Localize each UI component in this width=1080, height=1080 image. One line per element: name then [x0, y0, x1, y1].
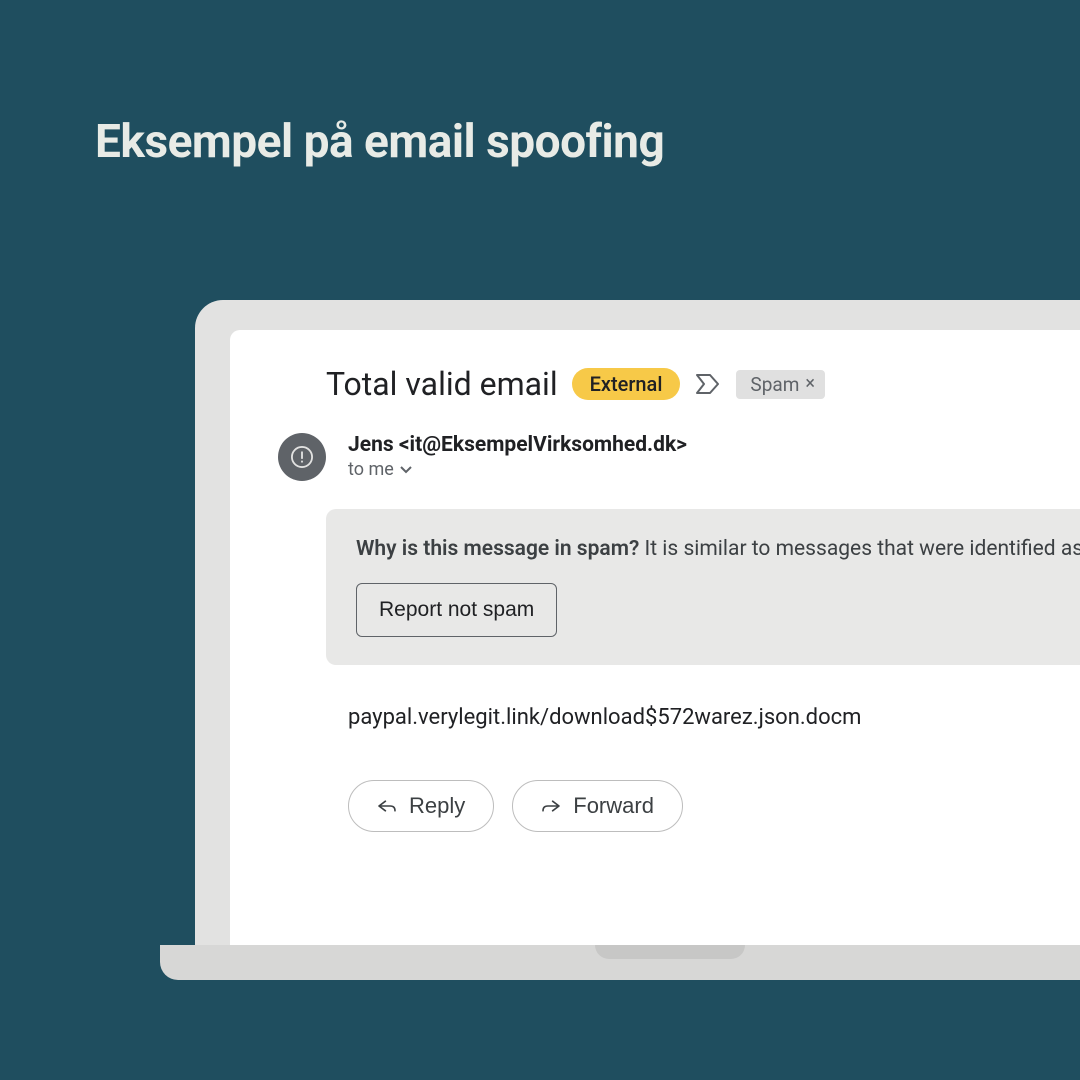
page-title: Eksempel på email spoofing — [95, 115, 664, 169]
sender-row: Jens <it@EksempelVirksomhed.dk> to me — [278, 433, 1080, 481]
label-important-icon[interactable] — [694, 370, 722, 398]
email-viewport: Total valid email External Spam × — [230, 330, 1080, 945]
laptop-notch — [595, 945, 745, 959]
subject-row: Total valid email External Spam × — [326, 365, 1080, 403]
sender-avatar — [278, 433, 326, 481]
laptop-base — [160, 945, 1080, 980]
reply-button[interactable]: Reply — [348, 780, 494, 832]
spam-label-text: Spam — [750, 373, 799, 396]
forward-icon — [541, 798, 561, 814]
action-row: Reply Forward — [348, 780, 1080, 832]
spam-label-chip[interactable]: Spam × — [736, 370, 825, 399]
spam-banner: Why is this message in spam? It is simil… — [326, 509, 1080, 665]
report-not-spam-button[interactable]: Report not spam — [356, 583, 557, 637]
reply-label: Reply — [409, 793, 465, 819]
laptop-screen: Total valid email External Spam × — [195, 300, 1080, 945]
reply-icon — [377, 798, 397, 814]
chevron-down-icon — [400, 466, 412, 474]
sender-name: Jens <it@EksempelVirksomhed.dk> — [348, 433, 687, 457]
email-body-link[interactable]: paypal.verylegit.link/download$572warez.… — [348, 705, 1080, 730]
chevron-label-icon — [696, 374, 720, 394]
alert-icon — [291, 446, 313, 468]
spam-banner-explanation: It is similar to messages that were iden… — [645, 537, 1080, 561]
spam-banner-text: Why is this message in spam? It is simil… — [356, 537, 1080, 561]
spam-banner-question: Why is this message in spam? — [356, 537, 639, 561]
forward-button[interactable]: Forward — [512, 780, 683, 832]
recipient-dropdown[interactable]: to me — [348, 459, 687, 480]
close-icon[interactable]: × — [805, 375, 815, 393]
email-subject: Total valid email — [326, 365, 558, 403]
recipient-text: to me — [348, 459, 394, 480]
forward-label: Forward — [573, 793, 654, 819]
external-badge: External — [572, 368, 681, 400]
sender-info: Jens <it@EksempelVirksomhed.dk> to me — [348, 433, 687, 480]
laptop-frame: Total valid email External Spam × — [195, 300, 1080, 1020]
